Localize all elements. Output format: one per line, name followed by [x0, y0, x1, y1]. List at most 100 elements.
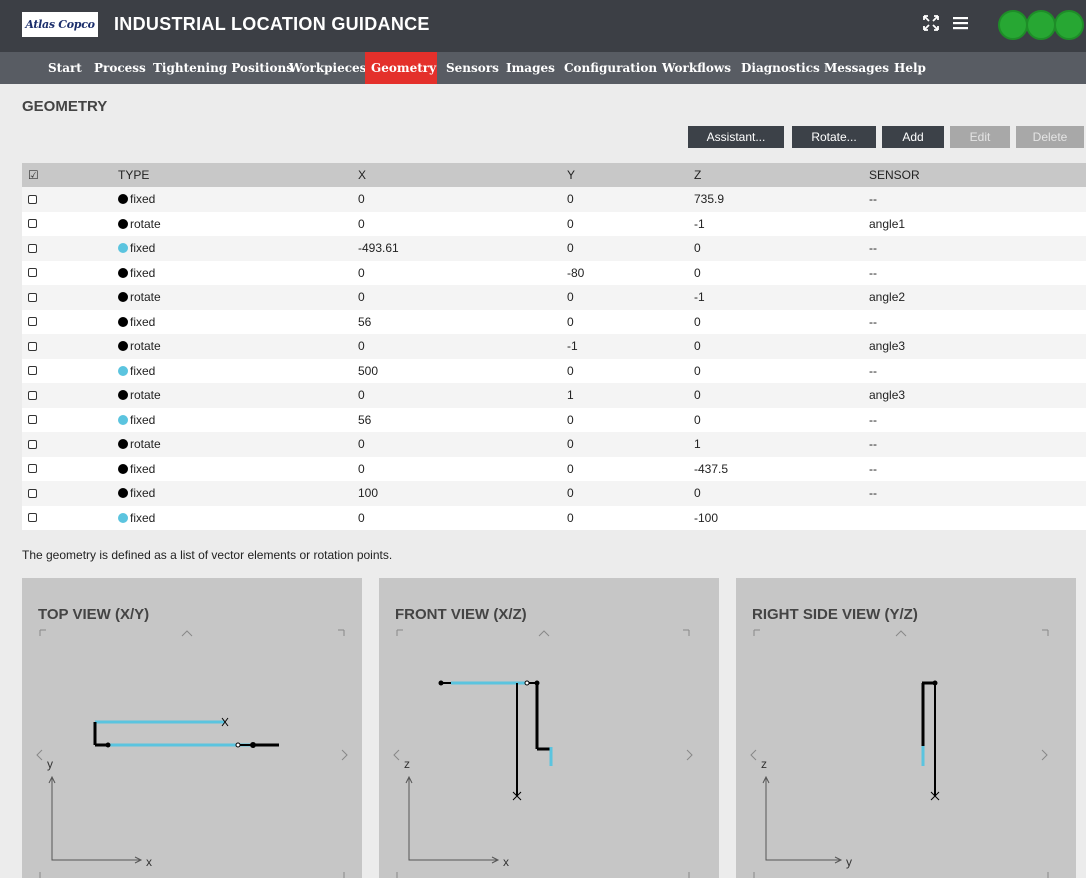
row-sensor: angle1: [869, 216, 906, 231]
nav-start[interactable]: Start: [42, 52, 88, 84]
front-view-axis-z: z: [404, 757, 410, 771]
select-all-checkbox[interactable]: ☑: [28, 163, 39, 187]
table-row[interactable]: rotate 0 1 0 angle3: [22, 383, 1086, 408]
header-x[interactable]: X: [358, 163, 366, 187]
nav-help[interactable]: Help: [888, 52, 932, 84]
row-y: 0: [567, 510, 574, 525]
header-sensor[interactable]: SENSOR: [869, 163, 920, 187]
row-y: 0: [567, 437, 574, 452]
row-type: fixed: [118, 310, 155, 335]
row-sensor: --: [869, 241, 877, 256]
row-sensor: angle3: [869, 339, 906, 354]
menu-icon[interactable]: [952, 14, 970, 37]
row-sensor: --: [869, 265, 877, 280]
row-checkbox[interactable]: [28, 432, 37, 457]
row-y: 0: [567, 290, 574, 305]
row-type: fixed: [118, 359, 155, 384]
delete-button[interactable]: Delete: [1016, 126, 1084, 148]
table-row[interactable]: rotate 0 0 -1 angle1: [22, 211, 1086, 237]
row-sensor: angle3: [869, 388, 906, 403]
row-checkbox[interactable]: [28, 359, 37, 384]
row-checkbox[interactable]: [28, 261, 37, 286]
front-view-panel[interactable]: FRONT VIEW (X/Z) z x: [379, 578, 719, 878]
add-button[interactable]: Add: [882, 126, 944, 148]
header-type[interactable]: TYPE: [118, 163, 149, 187]
table-row[interactable]: rotate 0 -1 0 angle3: [22, 334, 1086, 359]
top-view-panel[interactable]: TOP VIEW (X/Y) y x: [22, 578, 362, 878]
row-sensor: --: [869, 486, 877, 501]
row-y: 0: [567, 461, 574, 476]
table-row[interactable]: fixed 0 -80 0 --: [22, 260, 1086, 286]
page-title: GEOMETRY: [22, 98, 108, 115]
status-indicator-1: [998, 10, 1028, 40]
nav-configuration[interactable]: Configuration: [558, 52, 663, 84]
row-y: 0: [567, 314, 574, 329]
table-row[interactable]: fixed 0 0 -437.5 --: [22, 456, 1086, 482]
top-view-axis-x: x: [146, 855, 152, 869]
row-z: 0: [694, 388, 701, 403]
row-checkbox[interactable]: [28, 310, 37, 335]
header-z[interactable]: Z: [694, 163, 701, 187]
row-z: -437.5: [694, 461, 729, 476]
nav-workpieces[interactable]: Workpieces: [283, 52, 372, 84]
edit-button[interactable]: Edit: [950, 126, 1010, 148]
row-z: -100: [694, 510, 719, 525]
atlas-copco-logo: Atlas Copco: [22, 12, 98, 37]
row-z: -1: [694, 216, 705, 231]
row-checkbox[interactable]: [28, 334, 37, 359]
row-checkbox[interactable]: [28, 408, 37, 433]
row-type: fixed: [118, 236, 155, 261]
row-sensor: --: [869, 437, 877, 452]
table-row[interactable]: rotate 0 0 -1 angle2: [22, 285, 1086, 310]
row-z: -1: [694, 290, 705, 305]
row-checkbox[interactable]: [28, 236, 37, 261]
row-z: 0: [694, 412, 701, 427]
table-row[interactable]: fixed 56 0 0 --: [22, 407, 1086, 433]
table-row[interactable]: fixed 500 0 0 --: [22, 358, 1086, 384]
fullscreen-icon[interactable]: [922, 14, 940, 37]
row-sensor: --: [869, 363, 877, 378]
row-x: 0: [358, 192, 365, 207]
table-row[interactable]: rotate 0 0 1 --: [22, 432, 1086, 457]
row-z: 1: [694, 437, 701, 452]
right-side-view-panel[interactable]: RIGHT SIDE VIEW (Y/Z) z y: [736, 578, 1076, 878]
row-y: -80: [567, 265, 585, 280]
header-y[interactable]: Y: [567, 163, 575, 187]
row-checkbox[interactable]: [28, 383, 37, 408]
row-checkbox[interactable]: [28, 285, 37, 310]
nav-sensors[interactable]: Sensors: [440, 52, 505, 84]
table-row[interactable]: fixed -493.61 0 0 --: [22, 236, 1086, 261]
row-y: 0: [567, 192, 574, 207]
type-dot-icon: [118, 243, 128, 254]
assistant-button[interactable]: Assistant...: [688, 126, 784, 148]
row-y: 0: [567, 216, 574, 231]
nav-geometry[interactable]: Geometry: [365, 52, 437, 84]
nav-diagnostics[interactable]: Diagnostics: [735, 52, 826, 84]
row-checkbox[interactable]: [28, 187, 37, 212]
row-checkbox[interactable]: [28, 212, 37, 237]
nav-messages[interactable]: Messages: [818, 52, 895, 84]
app-title: INDUSTRIAL LOCATION GUIDANCE: [114, 14, 430, 34]
row-sensor: --: [869, 192, 877, 207]
app-header: Atlas Copco INDUSTRIAL LOCATION GUIDANCE: [0, 0, 1086, 52]
nav-images[interactable]: Images: [500, 52, 561, 84]
row-checkbox[interactable]: [28, 457, 37, 482]
rotate-button[interactable]: Rotate...: [792, 126, 876, 148]
nav-tightening-positions[interactable]: Tightening Positions: [147, 52, 299, 84]
type-dot-icon: [118, 341, 128, 352]
table-row[interactable]: fixed 56 0 0 --: [22, 309, 1086, 335]
row-z: 0: [694, 486, 701, 501]
row-y: 0: [567, 241, 574, 256]
nav-workflows[interactable]: Workflows: [656, 52, 737, 84]
nav-process[interactable]: Process: [88, 52, 152, 84]
row-sensor: --: [869, 461, 877, 476]
row-type: fixed: [118, 457, 155, 482]
row-x: 0: [358, 437, 365, 452]
table-row[interactable]: fixed 100 0 0 --: [22, 481, 1086, 506]
table-row[interactable]: fixed 0 0 735.9 --: [22, 187, 1086, 212]
table-row[interactable]: fixed 0 0 -100: [22, 505, 1086, 531]
row-checkbox[interactable]: [28, 506, 37, 531]
row-sensor: --: [869, 412, 877, 427]
row-checkbox[interactable]: [28, 481, 37, 506]
status-indicator-3: [1054, 10, 1084, 40]
